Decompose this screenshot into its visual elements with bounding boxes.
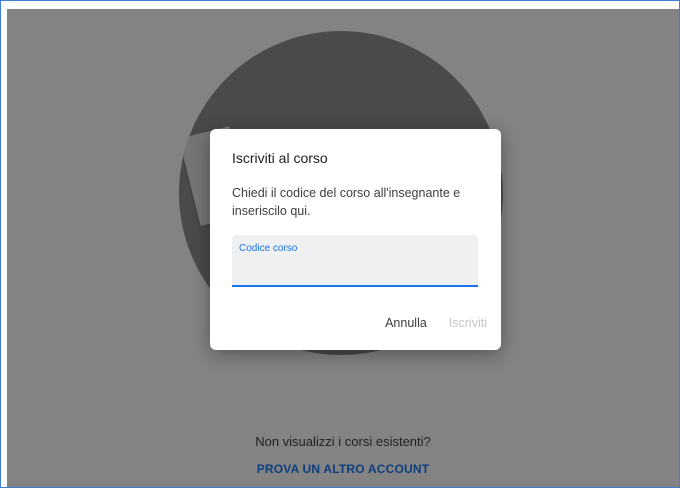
join-button[interactable]: Iscriviti — [449, 316, 487, 330]
dialog-description: Chiedi il codice del corso all'insegnant… — [232, 186, 461, 218]
join-class-dialog: Iscriviti al corso Chiedi il codice del … — [210, 129, 501, 350]
screenshot-frame: Non visualizzi i corsi esistenti? PROVA … — [0, 0, 680, 488]
dialog-actions: Annulla Iscriviti — [385, 316, 487, 330]
class-code-field[interactable]: Codice corso — [232, 235, 478, 287]
class-code-label: Codice corso — [239, 243, 298, 254]
cancel-button[interactable]: Annulla — [385, 316, 427, 330]
classroom-page: Non visualizzi i corsi esistenti? PROVA … — [7, 9, 679, 487]
class-code-input[interactable] — [239, 258, 471, 278]
dialog-title: Iscriviti al corso — [232, 150, 328, 166]
